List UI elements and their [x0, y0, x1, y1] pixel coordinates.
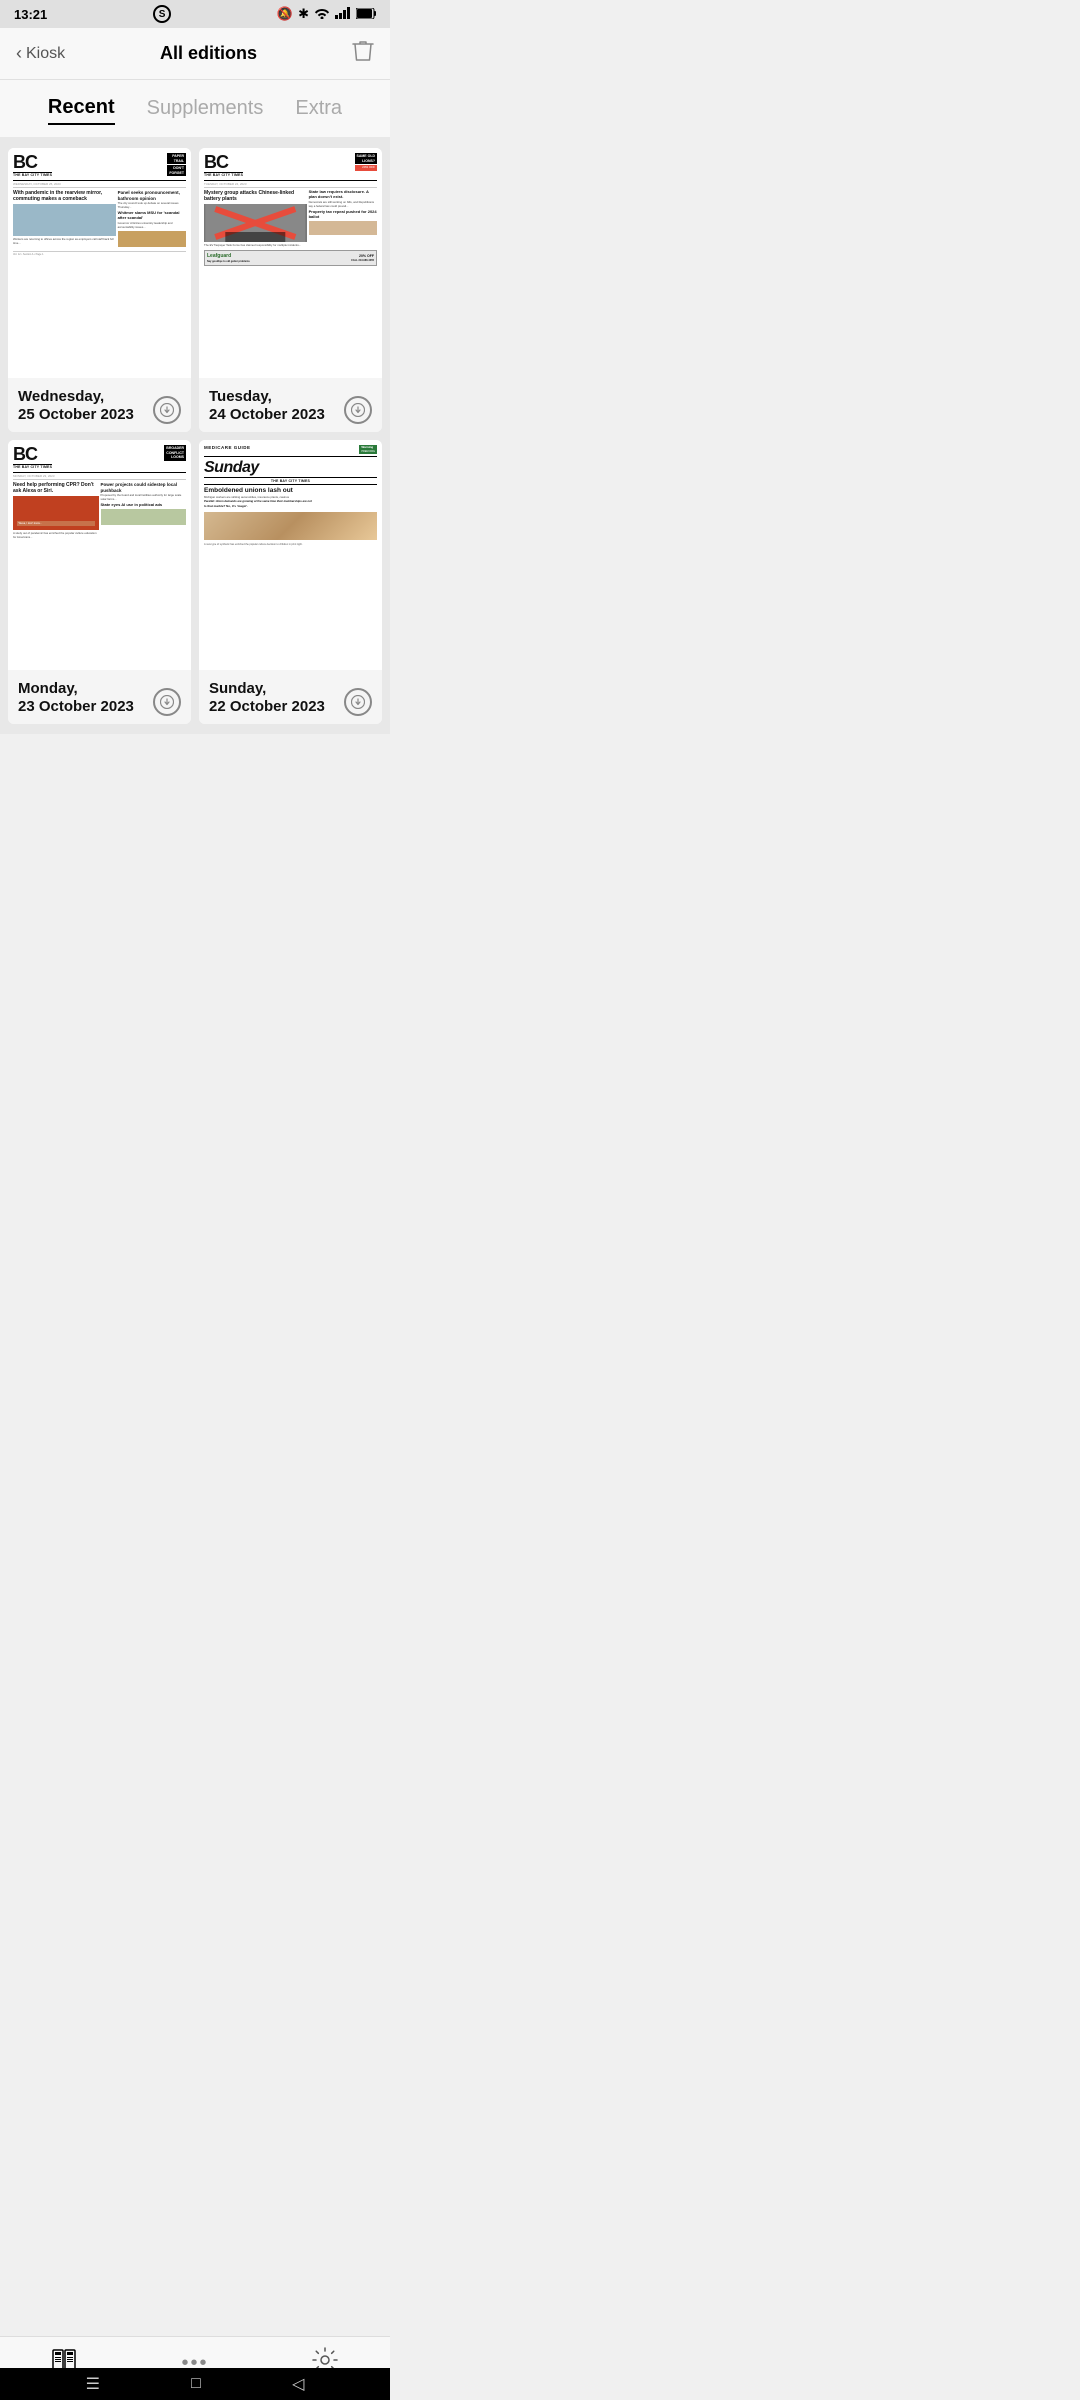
edition-card-3[interactable]: BC THE BAY CITY TIMES BROADERCONFLICTLOO… [8, 440, 191, 724]
status-icons: S [153, 5, 171, 23]
download-button-3[interactable] [153, 688, 181, 716]
edition-date-2b: 24 October 2023 [209, 406, 325, 424]
edition-card-4[interactable]: MEDICARE GUIDE Warning PREM.ORG Sunday T… [199, 440, 382, 724]
edition-card-2[interactable]: BC THE BAY CITY TIMES SAME OLDLIONS? 20%… [199, 148, 382, 432]
tab-supplements[interactable]: Supplements [147, 97, 264, 124]
bluetooth-icon: ✱ [298, 6, 309, 22]
newspaper-1: BC THE BAY CITY TIMES PAPERTRAIL DON'TFO… [8, 148, 191, 378]
edition-info-3: Monday, 23 October 2023 [8, 670, 191, 724]
back-button[interactable]: ‹ Kiosk [16, 43, 65, 64]
edition-date-2: Tuesday, [209, 388, 325, 406]
newspaper-4: MEDICARE GUIDE Warning PREM.ORG Sunday T… [199, 440, 382, 670]
chevron-left-icon: ‹ [16, 43, 22, 64]
edition-date-4b: 22 October 2023 [209, 698, 325, 716]
trash-button[interactable] [352, 39, 374, 69]
wifi-icon [314, 7, 330, 22]
edition-thumbnail-3: BC THE BAY CITY TIMES BROADERCONFLICTLOO… [8, 440, 191, 670]
back-label: Kiosk [26, 45, 65, 63]
tab-extra[interactable]: Extra [295, 97, 342, 124]
status-time: 13:21 [14, 7, 47, 22]
edition-info-2: Tuesday, 24 October 2023 [199, 378, 382, 432]
edition-info-4: Sunday, 22 October 2023 [199, 670, 382, 724]
download-button-1[interactable] [153, 396, 181, 424]
edition-date-3: Monday, [18, 680, 134, 698]
edition-card-1[interactable]: BC THE BAY CITY TIMES PAPERTRAIL DON'TFO… [8, 148, 191, 432]
download-button-2[interactable] [344, 396, 372, 424]
edition-date-3b: 23 October 2023 [18, 698, 134, 716]
download-button-4[interactable] [344, 688, 372, 716]
newspaper-3: BC THE BAY CITY TIMES BROADERCONFLICTLOO… [8, 440, 191, 670]
tabs-bar: Recent Supplements Extra [0, 80, 390, 138]
newspaper-2: BC THE BAY CITY TIMES SAME OLDLIONS? 20%… [199, 148, 382, 378]
main-content: BC THE BAY CITY TIMES PAPERTRAIL DON'TFO… [0, 138, 390, 834]
status-bar: 13:21 S 🔕 ✱ [0, 0, 390, 28]
edition-info-1: Wednesday, 25 October 2023 [8, 378, 191, 432]
android-back-icon[interactable]: ◁ [292, 2374, 304, 2394]
edition-thumbnail-2: BC THE BAY CITY TIMES SAME OLDLIONS? 20%… [199, 148, 382, 378]
edition-thumbnail-4: MEDICARE GUIDE Warning PREM.ORG Sunday T… [199, 440, 382, 670]
tab-recent[interactable]: Recent [48, 96, 115, 125]
edition-date-1: Wednesday, [18, 388, 134, 406]
android-nav-bar: ☰ □ ◁ [0, 2368, 390, 2400]
page-title: All editions [160, 43, 257, 64]
s-icon: S [153, 5, 171, 23]
editions-grid: BC THE BAY CITY TIMES PAPERTRAIL DON'TFO… [0, 138, 390, 734]
battery-icon [356, 7, 376, 22]
edition-date-1b: 25 October 2023 [18, 406, 134, 424]
signal-icon [335, 7, 351, 22]
android-menu-icon[interactable]: ☰ [86, 2374, 100, 2394]
android-home-icon[interactable]: □ [191, 2375, 201, 2393]
header: ‹ Kiosk All editions [0, 28, 390, 80]
edition-date-4: Sunday, [209, 680, 325, 698]
status-right-icons: 🔕 ✱ [277, 6, 376, 22]
edition-thumbnail-1: BC THE BAY CITY TIMES PAPERTRAIL DON'TFO… [8, 148, 191, 378]
bell-mute-icon: 🔕 [277, 6, 293, 22]
